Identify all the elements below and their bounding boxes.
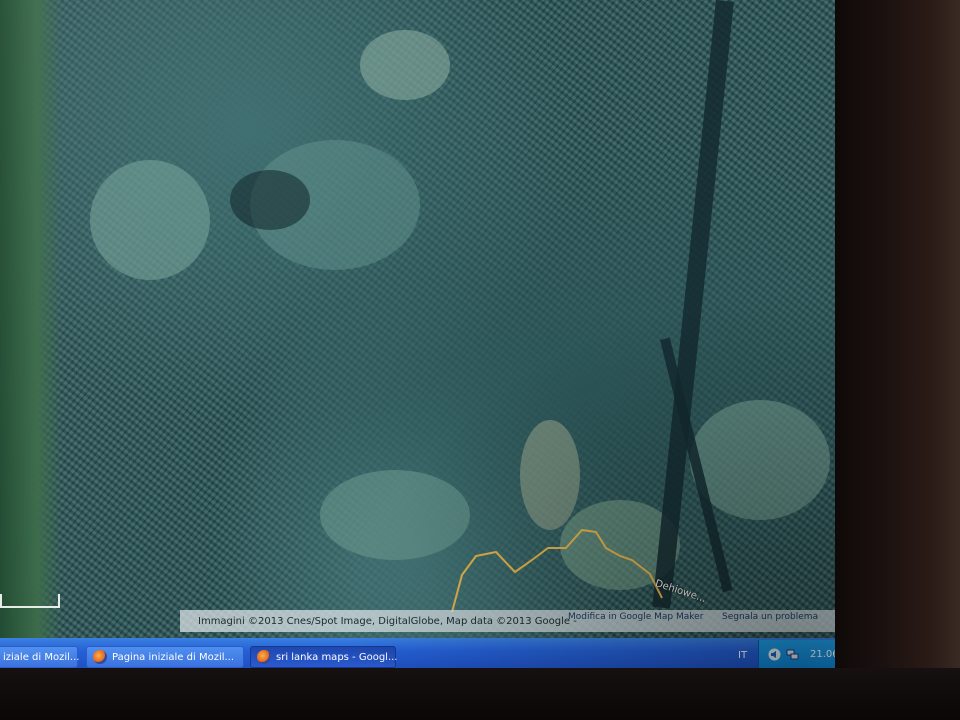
firefox-icon: [93, 650, 107, 664]
firefox-icon: [257, 650, 271, 664]
map-scale-bar: [0, 594, 60, 608]
taskbar-button-mozilla-1[interactable]: iziale di Mozil...: [0, 646, 80, 668]
network-icon[interactable]: [786, 648, 799, 661]
taskbar-button-label: iziale di Mozil...: [3, 651, 80, 663]
monitor-bezel-right: [835, 0, 960, 720]
photo-frame: Dehiowe... Immagini ©2013 Cnes/Spot Imag…: [0, 0, 960, 720]
taskbar-button-label: Pagina iniziale di Mozil...: [112, 651, 235, 663]
map-attribution: Immagini ©2013 Cnes/Spot Image, DigitalG…: [198, 616, 577, 627]
taskbar-button-sri-lanka-maps[interactable]: sri lanka maps - Googl...: [250, 646, 398, 668]
language-indicator[interactable]: IT: [738, 650, 747, 661]
volume-icon[interactable]: [768, 648, 781, 661]
taskbar-button-mozilla-2[interactable]: Pagina iniziale di Mozil...: [86, 646, 244, 668]
edit-in-map-maker-link[interactable]: Modifica in Google Map Maker: [568, 612, 703, 622]
boundary-line: [451, 528, 663, 613]
taskbar-button-label: sri lanka maps - Googl...: [276, 651, 398, 663]
report-problem-link[interactable]: Segnala un problema: [722, 612, 818, 622]
monitor-screen: Dehiowe... Immagini ©2013 Cnes/Spot Imag…: [0, 0, 840, 668]
monitor-bezel-bottom: [0, 668, 960, 720]
satellite-map[interactable]: Dehiowe...: [0, 0, 840, 640]
